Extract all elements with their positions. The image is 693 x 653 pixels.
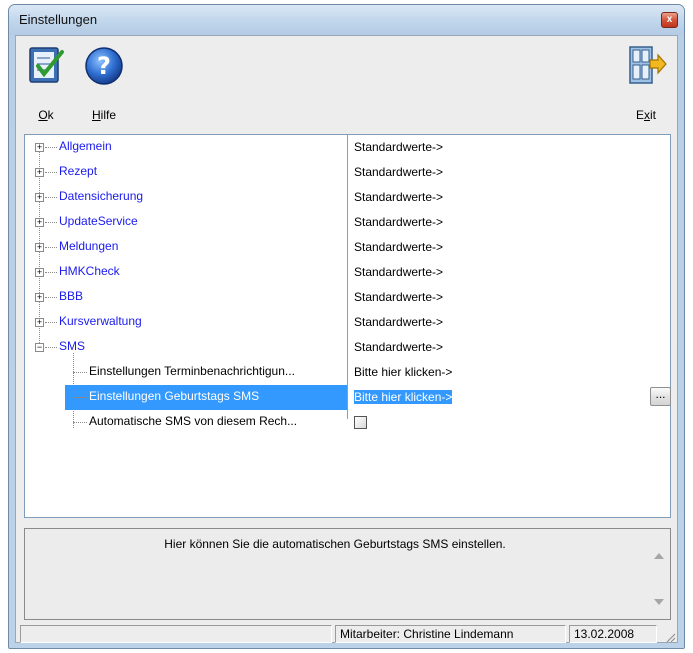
scroll-up-icon[interactable] — [654, 553, 664, 559]
tree-item-allgemein[interactable]: + Allgemein Standardwerte-> — [25, 135, 665, 160]
tree-item-label[interactable]: Kursverwaltung — [59, 314, 142, 328]
tree-line — [45, 322, 57, 323]
tree-item-meldungen[interactable]: + Meldungen Standardwerte-> — [25, 235, 665, 260]
status-pane-left — [20, 625, 332, 643]
tree-item-label[interactable]: Rezept — [59, 164, 97, 178]
tree-line — [45, 197, 57, 198]
tree-line — [45, 222, 57, 223]
tree-line — [45, 297, 57, 298]
tree-item-label[interactable]: UpdateService — [59, 214, 138, 228]
expand-icon[interactable]: + — [35, 243, 44, 252]
help-label: Hilfe — [91, 108, 116, 122]
status-date: 13.02.2008 — [569, 625, 657, 643]
expand-icon[interactable]: + — [35, 218, 44, 227]
tree-item-value[interactable]: Standardwerte-> — [351, 285, 657, 310]
exit-label: Exit — [635, 108, 656, 122]
tree-item-label[interactable]: Datensicherung — [59, 189, 143, 203]
tree-line — [73, 372, 87, 373]
tree-item-label[interactable]: BBB — [59, 289, 83, 303]
tree-item-sms[interactable]: − SMS Standardwerte-> — [25, 335, 665, 360]
tree-line — [45, 147, 57, 148]
tree-item-value[interactable]: Bitte hier klicken-> — [351, 360, 657, 385]
tree-item-hmkcheck[interactable]: + HMKCheck Standardwerte-> — [25, 260, 665, 285]
tree-item-sms-geburtstags[interactable]: Einstellungen Geburtstags SMS Bitte hier… — [25, 385, 671, 410]
tree-item-value[interactable]: Standardwerte-> — [351, 185, 657, 210]
tree-item-label[interactable]: SMS — [59, 339, 85, 353]
tree-item-sms-automatisch[interactable]: Automatische SMS von diesem Rech... — [25, 410, 665, 435]
help-question-icon: ? — [85, 47, 123, 85]
tree-line — [45, 172, 57, 173]
tree-item-value[interactable]: Standardwerte-> — [351, 310, 657, 335]
status-employee: Mitarbeiter: Christine Lindemann — [335, 625, 566, 643]
tree-item-datensicherung[interactable]: + Datensicherung Standardwerte-> — [25, 185, 665, 210]
exit-button[interactable]: Exit — [618, 42, 674, 126]
tree-item-label[interactable]: Einstellungen Geburtstags SMS — [89, 389, 259, 403]
tree-line — [73, 422, 87, 423]
expand-icon[interactable]: + — [35, 193, 44, 202]
tree-item-value[interactable]: Standardwerte-> — [351, 135, 657, 160]
help-button[interactable]: ? Hilfe — [76, 42, 132, 126]
expand-icon[interactable]: + — [35, 168, 44, 177]
tree-line — [73, 397, 87, 398]
description-panel: Hier können Sie die automatischen Geburt… — [24, 528, 671, 620]
tree-item-value[interactable]: Standardwerte-> — [351, 260, 657, 285]
close-button[interactable]: x — [661, 12, 678, 28]
tree-item-value[interactable]: Bitte hier klicken-> — [351, 385, 657, 410]
tree-item-updateservice[interactable]: + UpdateService Standardwerte-> — [25, 210, 665, 235]
tree-line — [45, 247, 57, 248]
expand-icon[interactable]: + — [35, 143, 44, 152]
status-bar: Mitarbeiter: Christine Lindemann 13.02.2… — [16, 624, 677, 644]
tree-item-value[interactable]: Standardwerte-> — [351, 210, 657, 235]
tree-item-label[interactable]: Allgemein — [59, 139, 112, 153]
tree-item-sms-terminbenachrichtigung[interactable]: Einstellungen Terminbenachrichtigun... B… — [25, 360, 665, 385]
ok-button[interactable]: Ok — [18, 42, 74, 126]
tree-item-kursverwaltung[interactable]: + Kursverwaltung Standardwerte-> — [25, 310, 665, 335]
tree-line — [45, 347, 57, 348]
tree-item-value[interactable]: Standardwerte-> — [351, 235, 657, 260]
tree-item-value[interactable]: Standardwerte-> — [351, 160, 657, 185]
exit-door-icon — [629, 46, 667, 84]
window-title: Einstellungen — [19, 12, 98, 27]
browse-button[interactable]: ... — [650, 387, 671, 406]
tree-line — [45, 272, 57, 273]
tree-item-rezept[interactable]: + Rezept Standardwerte-> — [25, 160, 665, 185]
auto-sms-checkbox[interactable] — [354, 416, 367, 429]
tree-item-label[interactable]: Einstellungen Terminbenachrichtigun... — [89, 364, 295, 378]
description-text: Hier können Sie die automatischen Geburt… — [164, 537, 506, 551]
ok-label: Ok — [38, 108, 54, 122]
settings-tree[interactable]: + Allgemein Standardwerte-> + Rezept Sta… — [24, 134, 671, 518]
window-client-area: Ok ? Hilfe Exit + Allgemein Standardwert… — [15, 35, 678, 643]
title-bar[interactable]: Einstellungen x — [9, 5, 684, 35]
expand-icon[interactable]: + — [35, 318, 44, 327]
tree-item-label[interactable]: HMKCheck — [59, 264, 120, 278]
expand-icon[interactable]: + — [35, 293, 44, 302]
tree-item-label[interactable]: Automatische SMS von diesem Rech... — [89, 414, 297, 428]
expand-icon[interactable]: + — [35, 268, 44, 277]
ok-checklist-icon — [29, 47, 64, 83]
toolbar: Ok ? Hilfe Exit — [16, 36, 677, 132]
tree-item-bbb[interactable]: + BBB Standardwerte-> — [25, 285, 665, 310]
selected-value-text[interactable]: Bitte hier klicken-> — [354, 390, 453, 404]
resize-grip-icon[interactable] — [664, 631, 676, 643]
tree-item-value[interactable]: Standardwerte-> — [351, 335, 657, 360]
tree-item-value — [351, 410, 657, 435]
tree-item-label[interactable]: Meldungen — [59, 239, 118, 253]
scroll-down-icon[interactable] — [654, 599, 664, 605]
collapse-icon[interactable]: − — [35, 343, 44, 352]
svg-text:?: ? — [97, 52, 111, 80]
settings-window: Einstellungen x Ok ? Hilfe Exit + Allgem… — [8, 4, 685, 649]
description-scrollbar[interactable] — [651, 531, 668, 617]
